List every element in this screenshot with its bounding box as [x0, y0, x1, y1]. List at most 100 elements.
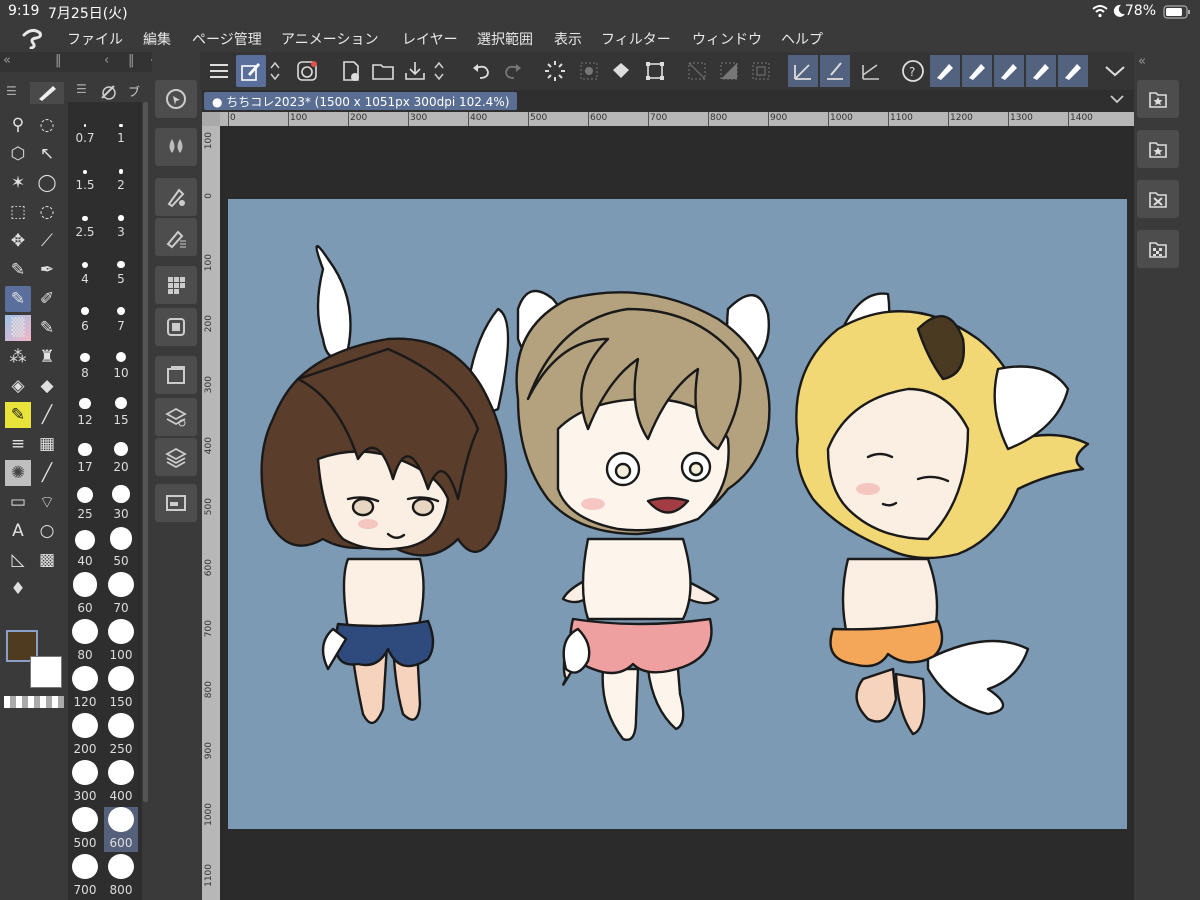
- brush-size-option[interactable]: 50: [104, 525, 138, 570]
- brush-size-option[interactable]: 150: [104, 666, 138, 711]
- brush-size-option[interactable]: 12: [68, 384, 102, 429]
- brush-size-option[interactable]: 120: [68, 666, 102, 711]
- snap-to-grid-icon[interactable]: [856, 55, 886, 87]
- scrollbar[interactable]: [143, 102, 148, 802]
- clear-icon[interactable]: [540, 55, 570, 87]
- brush-size-option[interactable]: 400: [104, 760, 138, 805]
- brush-size-option[interactable]: 60: [68, 572, 102, 617]
- brush-size-option[interactable]: 4: [68, 243, 102, 288]
- brush-size-option[interactable]: 2.5: [68, 196, 102, 241]
- up-down-arrows-icon[interactable]: [266, 55, 284, 87]
- brush-size-option[interactable]: 500: [68, 807, 102, 852]
- marker-icon[interactable]: ✐: [34, 286, 60, 312]
- ellipse-select-icon[interactable]: ◌: [34, 199, 60, 225]
- pen-preset-icon[interactable]: [930, 55, 960, 87]
- modifier-key-icon[interactable]: ?: [898, 55, 928, 87]
- snap-to-guide-icon[interactable]: [820, 55, 850, 87]
- brush-size-option[interactable]: 700: [68, 854, 102, 899]
- drag-handle-icon[interactable]: ‖: [128, 53, 135, 68]
- polygon-icon[interactable]: ◺: [5, 547, 31, 573]
- brush-size-option[interactable]: 2: [104, 149, 138, 194]
- pencil-icon[interactable]: ✎: [5, 286, 31, 312]
- chevron-down-icon[interactable]: [1110, 94, 1124, 104]
- brush-size-option[interactable]: 5: [104, 243, 138, 288]
- brush-size-option[interactable]: 25: [68, 478, 102, 523]
- lasso-icon[interactable]: ◯: [34, 170, 60, 196]
- pen-preset-icon[interactable]: [1026, 55, 1056, 87]
- brush-size-option[interactable]: 40: [68, 525, 102, 570]
- watercolor-icon[interactable]: ▒: [5, 315, 31, 341]
- drop-icon[interactable]: ♦: [5, 576, 31, 602]
- slash-icon[interactable]: ╱: [34, 460, 60, 486]
- move-layer-icon[interactable]: ↖: [34, 141, 60, 167]
- brush-size-option[interactable]: 300: [68, 760, 102, 805]
- brush-size-option[interactable]: 7: [104, 290, 138, 335]
- brush-size-option[interactable]: 800: [104, 854, 138, 899]
- brush-size-option[interactable]: 250: [104, 713, 138, 758]
- menu-view[interactable]: 表示: [554, 29, 582, 49]
- camera-object-icon[interactable]: ⬡: [5, 141, 31, 167]
- undo-icon[interactable]: [466, 55, 496, 87]
- sub-color-swatch[interactable]: [30, 656, 62, 688]
- move-icon[interactable]: ✥: [5, 228, 31, 254]
- document-tab[interactable]: ● ちちコレ2023* (1500 x 1051px 300dpi 102.4%…: [204, 92, 518, 110]
- eraser-icon[interactable]: ◆: [34, 373, 60, 399]
- brush-size-option[interactable]: 3: [104, 196, 138, 241]
- menu-edit[interactable]: 編集: [143, 29, 171, 49]
- material-download-button[interactable]: [1137, 130, 1179, 168]
- pen-icon[interactable]: ✎: [5, 257, 31, 283]
- brush-tab-label[interactable]: ブ: [128, 83, 140, 100]
- menu-icon[interactable]: ☰: [6, 84, 17, 98]
- app-logo-icon[interactable]: [20, 27, 46, 49]
- collapse-left-icon[interactable]: «: [3, 53, 11, 68]
- text-icon[interactable]: A: [5, 518, 31, 544]
- brush-size-option[interactable]: 1: [104, 102, 138, 147]
- gradient-icon[interactable]: ▩: [34, 547, 60, 573]
- up-down-arrows-icon[interactable]: [430, 55, 448, 87]
- brush-size-option[interactable]: 1.5: [68, 149, 102, 194]
- brush-size-option[interactable]: 10: [104, 337, 138, 382]
- frame-icon[interactable]: ▭: [5, 489, 31, 515]
- brush-size-option[interactable]: 30: [104, 478, 138, 523]
- chevron-down-icon[interactable]: [1100, 55, 1130, 87]
- menu-icon[interactable]: ☰: [76, 82, 87, 96]
- tool-tab-pen[interactable]: [30, 82, 64, 104]
- invert-selection-icon[interactable]: [714, 55, 744, 87]
- menu-selection[interactable]: 選択範囲: [477, 29, 533, 49]
- menu-help[interactable]: ヘルプ: [781, 29, 823, 49]
- stamp-icon[interactable]: ♜: [34, 344, 60, 370]
- artwork-canvas[interactable]: [228, 199, 1127, 829]
- fill-bucket-icon[interactable]: ◈: [5, 373, 31, 399]
- new-file-icon[interactable]: [336, 55, 366, 87]
- brush-size-option[interactable]: 6: [68, 290, 102, 335]
- line-icon[interactable]: ╱: [34, 402, 60, 428]
- companion-button[interactable]: [292, 55, 322, 87]
- clear-outside-icon[interactable]: [574, 55, 604, 87]
- menu-animation[interactable]: アニメーション: [281, 29, 378, 49]
- color-history-button[interactable]: [155, 308, 197, 346]
- sub-view-button[interactable]: [155, 484, 197, 522]
- material-favorite-button[interactable]: [1137, 80, 1179, 118]
- layer-property-button[interactable]: [155, 356, 197, 394]
- pen-preset-icon[interactable]: [1058, 55, 1088, 87]
- save-icon[interactable]: [400, 55, 430, 87]
- lasso-dotted-icon[interactable]: ◌: [34, 112, 60, 138]
- menu-icon[interactable]: [204, 55, 234, 87]
- hatch-icon[interactable]: ≡: [5, 431, 31, 457]
- transparent-color-swatch[interactable]: [4, 696, 64, 708]
- snap-to-ruler-icon[interactable]: [788, 55, 818, 87]
- navigator-button[interactable]: [155, 80, 197, 118]
- balloon-icon[interactable]: ⌔: [34, 489, 60, 515]
- texture-icon[interactable]: ▦: [34, 431, 60, 457]
- brush-size-option[interactable]: 0.7: [68, 102, 102, 147]
- circle-icon[interactable]: ○: [34, 518, 60, 544]
- menu-filter[interactable]: フィルター: [601, 29, 671, 49]
- highlight-pen-icon[interactable]: ✎: [5, 402, 31, 428]
- brush-size-option[interactable]: 80: [68, 619, 102, 664]
- material-pattern-button[interactable]: [1137, 230, 1179, 268]
- menu-layer[interactable]: レイヤー: [402, 29, 458, 49]
- collapse-left-icon[interactable]: «: [1138, 54, 1146, 69]
- redo-icon[interactable]: [498, 55, 528, 87]
- brush-size-option[interactable]: 200: [68, 713, 102, 758]
- layer-button[interactable]: [155, 438, 197, 476]
